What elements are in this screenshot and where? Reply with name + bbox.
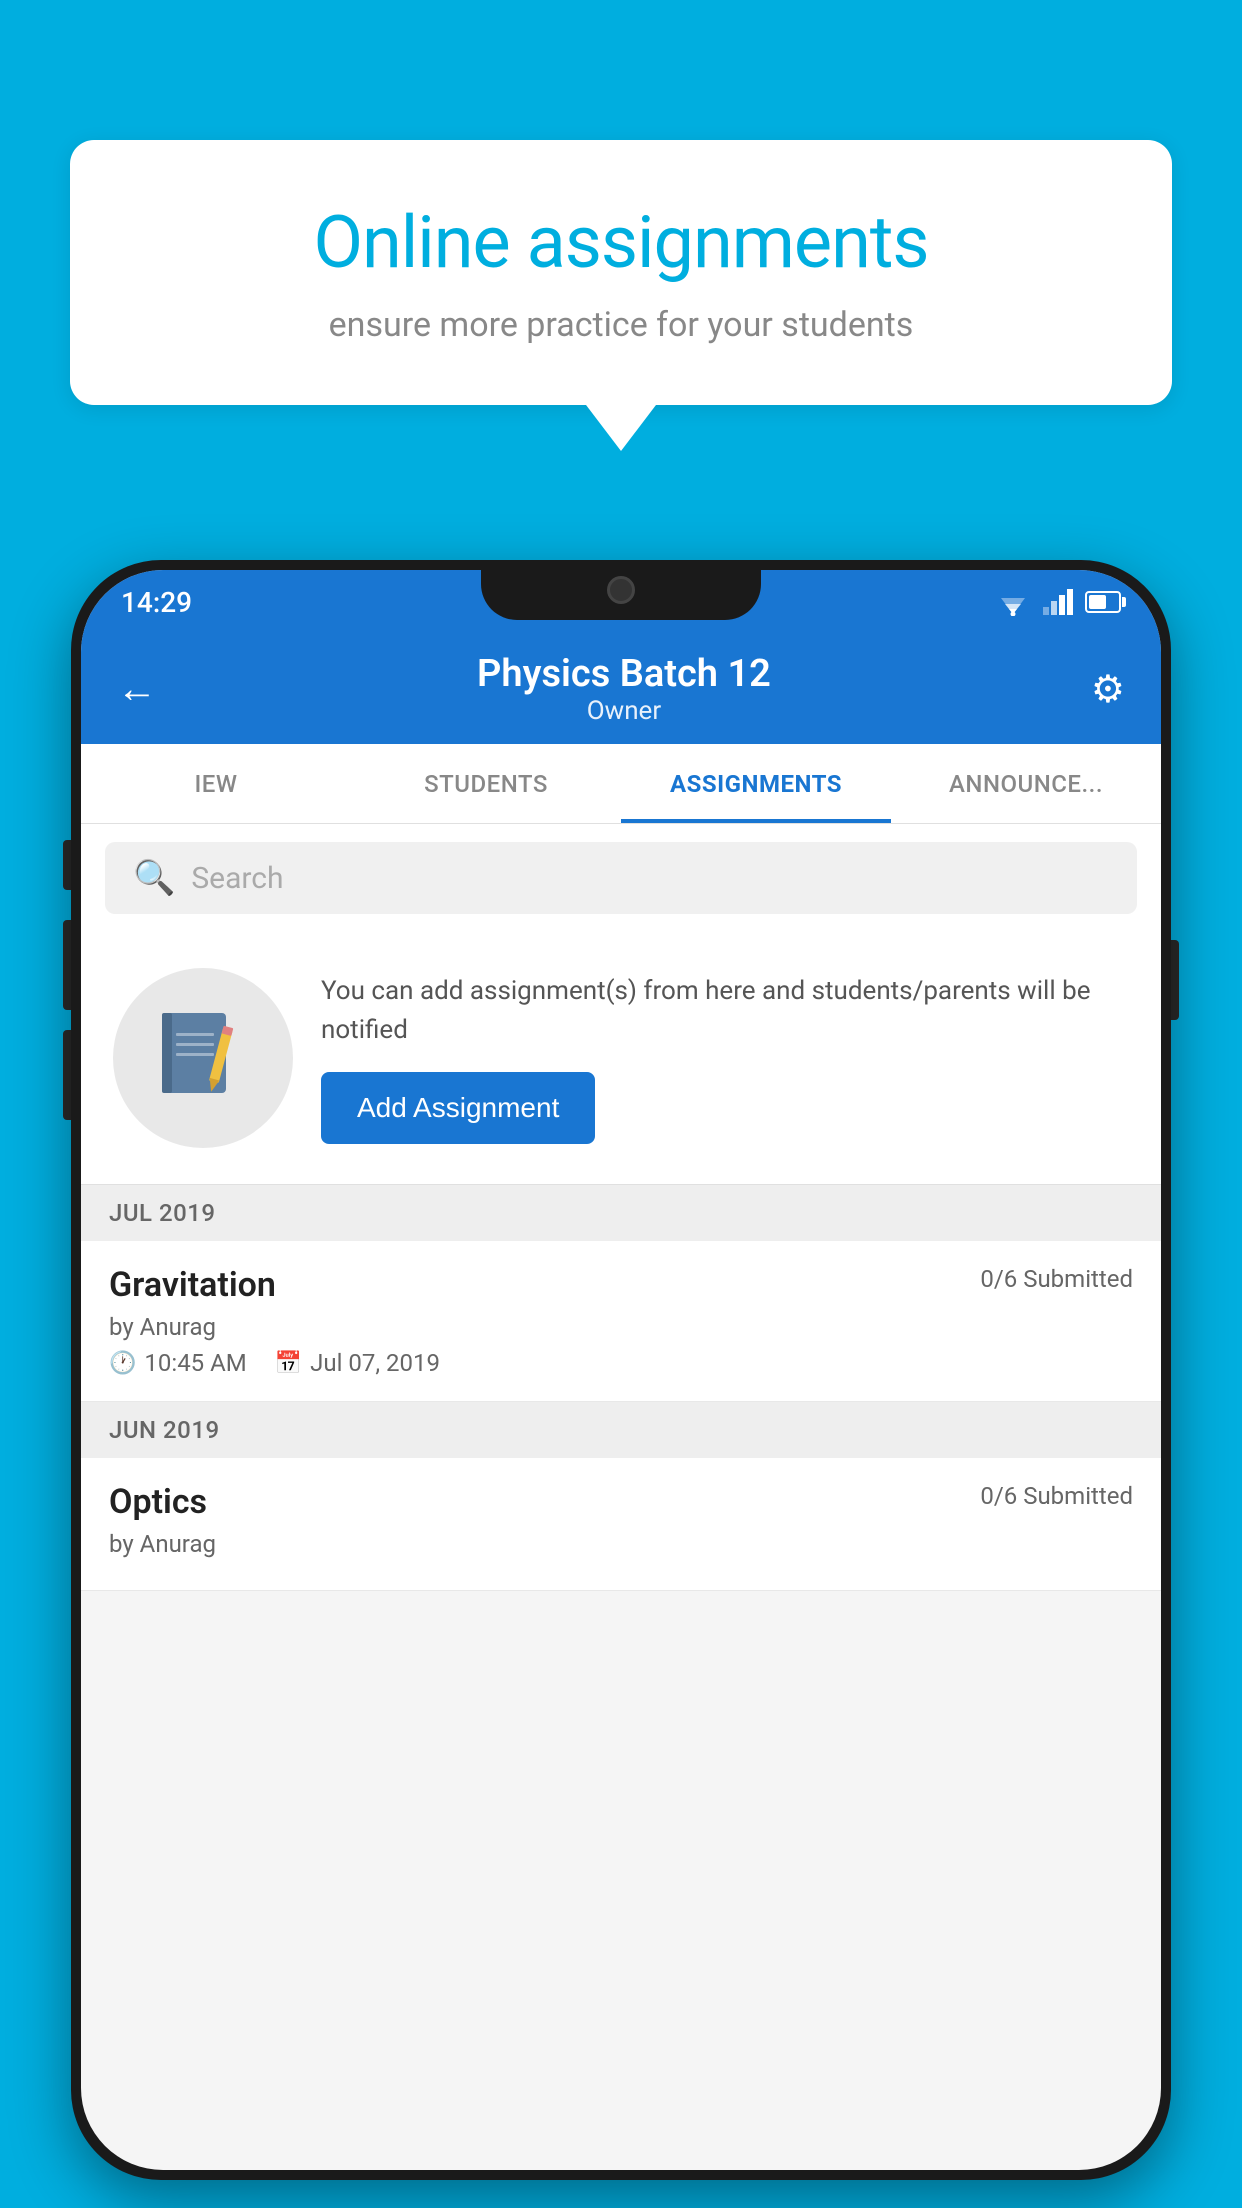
search-container: 🔍 Search <box>81 824 1161 932</box>
assignment-meta: 🕐 10:45 AM 📅 Jul 07, 2019 <box>109 1349 1133 1377</box>
status-icons <box>995 588 1121 616</box>
phone-notch <box>481 560 761 620</box>
battery-icon <box>1085 591 1121 613</box>
assignment-date: 📅 Jul 07, 2019 <box>275 1349 440 1377</box>
promo-icon-circle <box>113 968 293 1148</box>
phone-mockup: 14:29 <box>71 560 1171 2180</box>
silent-button <box>63 840 71 890</box>
app-bar-title: Physics Batch 12 <box>477 652 771 696</box>
assignment-item-optics[interactable]: Optics 0/6 Submitted by Anurag <box>81 1458 1161 1591</box>
status-time: 14:29 <box>121 586 192 619</box>
volume-up-button <box>63 920 71 1010</box>
speech-bubble-title: Online assignments <box>140 200 1102 285</box>
phone-screen: 14:29 <box>81 570 1161 2170</box>
tab-students[interactable]: STUDENTS <box>351 744 621 823</box>
assignment-submitted: 0/6 Submitted <box>980 1265 1133 1293</box>
app-bar-center: Physics Batch 12 Owner <box>477 652 771 726</box>
notebook-icon <box>158 1008 248 1108</box>
tab-iew[interactable]: IEW <box>81 744 351 823</box>
app-bar: ← Physics Batch 12 Owner ⚙ <box>81 634 1161 744</box>
assignment-time: 🕐 10:45 AM <box>109 1349 247 1377</box>
tabs-container: IEW STUDENTS ASSIGNMENTS ANNOUNCE... <box>81 744 1161 824</box>
signal-icon <box>1043 589 1073 615</box>
month-separator-jun: JUN 2019 <box>81 1402 1161 1458</box>
month-separator-jul: JUL 2019 <box>81 1185 1161 1241</box>
clock-icon: 🕐 <box>109 1351 136 1376</box>
promo-description-text: You can add assignment(s) from here and … <box>321 972 1129 1050</box>
speech-bubble-container: Online assignments ensure more practice … <box>70 140 1172 405</box>
assignment-submitted-optics: 0/6 Submitted <box>980 1482 1133 1510</box>
wifi-icon <box>995 588 1031 616</box>
search-placeholder: Search <box>191 861 283 896</box>
promo-content: You can add assignment(s) from here and … <box>321 972 1129 1144</box>
assignment-title-optics: Optics <box>109 1482 207 1522</box>
power-button <box>1171 940 1179 1020</box>
search-input[interactable]: 🔍 Search <box>105 842 1137 914</box>
add-assignment-button[interactable]: Add Assignment <box>321 1072 595 1144</box>
assignment-title: Gravitation <box>109 1265 276 1305</box>
promo-section: You can add assignment(s) from here and … <box>81 932 1161 1185</box>
search-icon: 🔍 <box>133 858 175 898</box>
assignment-item-gravitation[interactable]: Gravitation 0/6 Submitted by Anurag 🕐 10… <box>81 1241 1161 1402</box>
speech-bubble-subtitle: ensure more practice for your students <box>140 305 1102 345</box>
speech-bubble: Online assignments ensure more practice … <box>70 140 1172 405</box>
back-button[interactable]: ← <box>117 669 157 709</box>
front-camera <box>607 576 635 604</box>
battery-fill <box>1089 595 1106 609</box>
phone-frame: 14:29 <box>71 560 1171 2180</box>
assignment-header-optics: Optics 0/6 Submitted <box>109 1482 1133 1522</box>
tab-assignments[interactable]: ASSIGNMENTS <box>621 744 891 823</box>
tab-announcements[interactable]: ANNOUNCE... <box>891 744 1161 823</box>
assignment-author: by Anurag <box>109 1313 1133 1341</box>
assignment-header: Gravitation 0/6 Submitted <box>109 1265 1133 1305</box>
app-bar-subtitle: Owner <box>477 696 771 726</box>
calendar-icon: 📅 <box>275 1351 302 1376</box>
volume-down-button <box>63 1030 71 1120</box>
assignment-author-optics: by Anurag <box>109 1530 1133 1558</box>
settings-button[interactable]: ⚙ <box>1091 667 1125 712</box>
